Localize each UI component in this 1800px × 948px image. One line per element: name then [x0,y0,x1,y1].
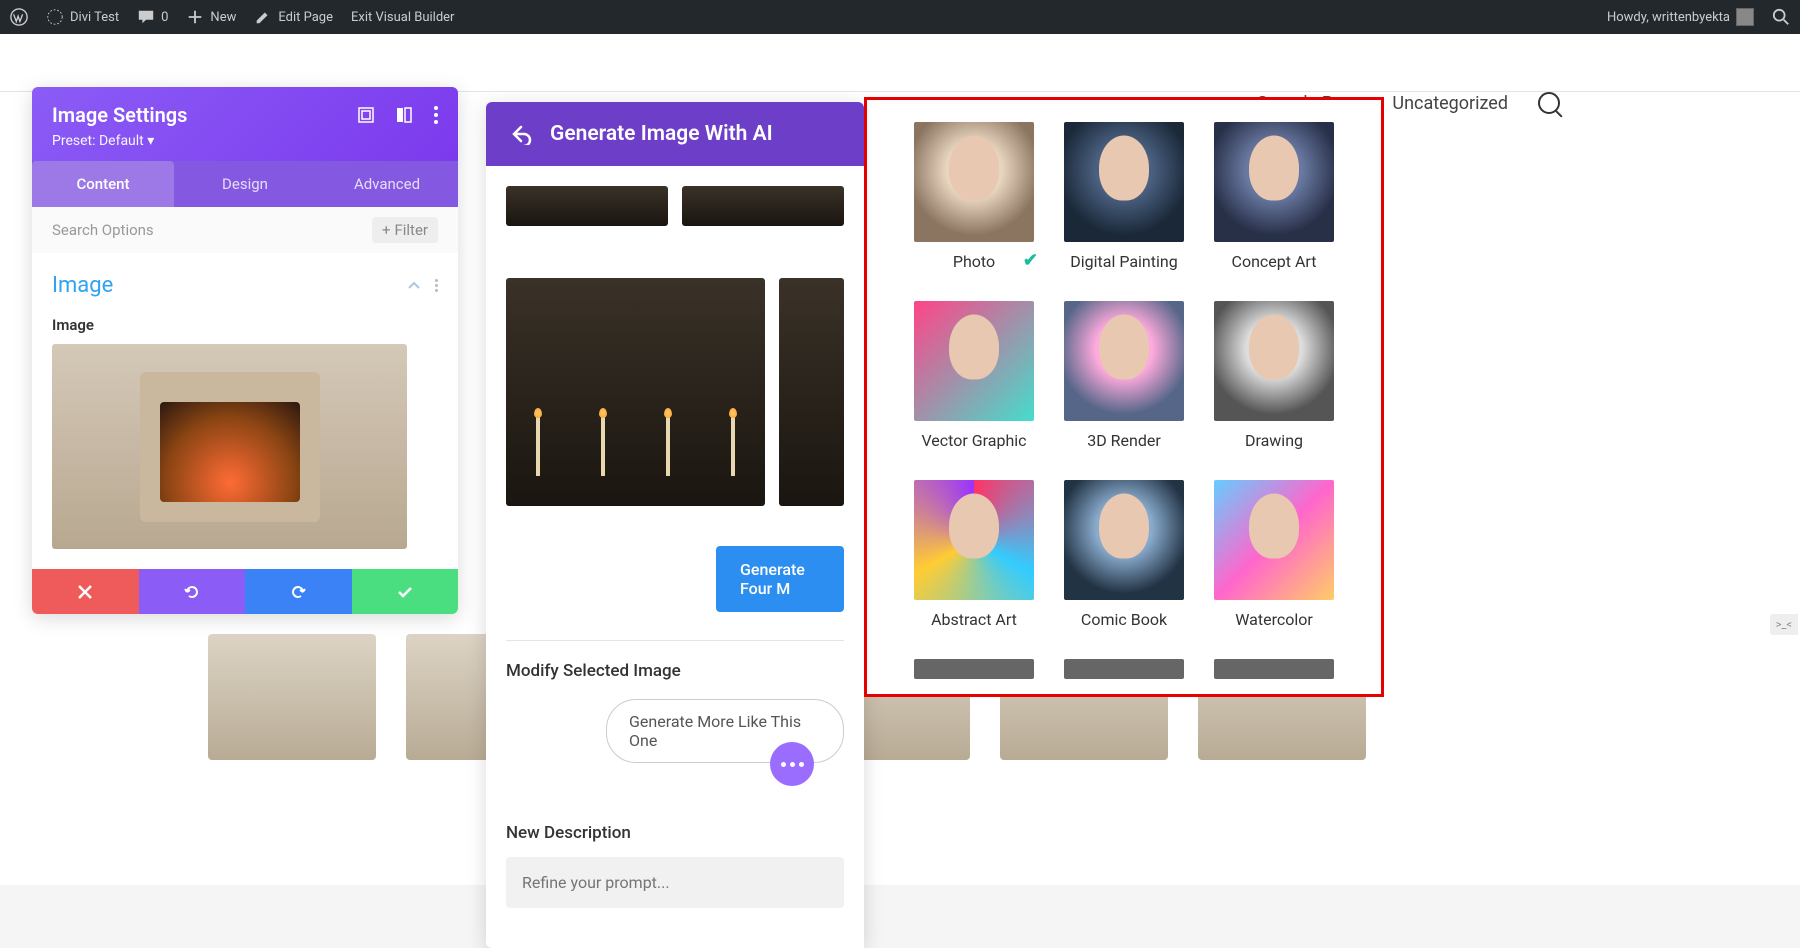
ai-panel-title: Generate Image With AI [550,122,773,146]
site-name-text: Divi Test [70,10,119,25]
workspace: Sample Page Uncategorized Image Settings… [0,34,1800,885]
snap-icon[interactable] [396,107,412,123]
image-settings-panel: Image Settings Preset: Default ▾ Content… [32,87,458,614]
style-more[interactable] [914,659,1034,679]
style-digital-painting[interactable]: Digital Painting [1064,122,1184,271]
nav-uncategorized[interactable]: Uncategorized [1392,93,1508,114]
search-icon[interactable] [1538,92,1560,114]
style-label: Vector Graphic [914,431,1034,450]
tab-design[interactable]: Design [174,161,316,207]
preset-dropdown[interactable]: Preset: Default ▾ [52,133,438,149]
style-comic-book[interactable]: Comic Book [1064,480,1184,629]
expand-icon[interactable] [358,107,374,123]
modify-label: Modify Selected Image [506,661,844,681]
style-label: Watercolor [1214,610,1334,629]
cancel-button[interactable] [32,569,139,614]
style-label: 3D Render [1064,431,1184,450]
back-arrow-icon[interactable] [510,123,532,145]
filter-button[interactable]: + Filter [372,217,438,243]
exit-builder-label: Exit Visual Builder [351,10,454,25]
style-label: Photo [914,252,1034,271]
style-label: Concept Art [1214,252,1334,271]
style-3d-render[interactable]: 3D Render [1064,301,1184,450]
generate-four-button[interactable]: Generate Four M [716,546,844,612]
style-selector-popup: Photo ✔ Digital Painting Concept Art Vec… [864,97,1384,697]
new-link[interactable]: New [186,8,236,26]
section-title[interactable]: Image [52,273,113,298]
generated-thumb[interactable] [779,278,844,506]
style-photo[interactable]: Photo ✔ [914,122,1034,271]
style-label: Digital Painting [1064,252,1184,271]
edit-page-label: Edit Page [278,10,333,25]
more-icon[interactable] [434,106,438,124]
avatar [1736,8,1754,26]
new-description-label: New Description [506,823,844,843]
section-more-icon[interactable] [435,279,438,292]
check-icon: ✔ [1023,250,1038,271]
style-abstract-art[interactable]: Abstract Art [914,480,1034,629]
tabs: Content Design Advanced [32,161,458,207]
undo-button[interactable] [139,569,246,614]
style-watercolor[interactable]: Watercolor [1214,480,1334,629]
filter-label: Filter [394,221,428,239]
style-vector-graphic[interactable]: Vector Graphic [914,301,1034,450]
bg-thumb[interactable] [208,634,376,760]
style-label: Abstract Art [914,610,1034,629]
wp-logo[interactable] [10,8,28,26]
expand-tag[interactable]: >_< [1770,614,1798,635]
image-preview[interactable] [52,344,407,549]
generated-thumb[interactable] [506,278,765,506]
field-label: Image [52,316,438,334]
style-concept-art[interactable]: Concept Art [1214,122,1334,271]
comments-count: 0 [161,10,168,25]
plus-icon: + [382,221,391,239]
wp-admin-bar: Divi Test 0 New Edit Page Exit Visual Bu… [0,0,1800,34]
style-drawing[interactable]: Drawing [1214,301,1334,450]
style-more[interactable] [1214,659,1334,679]
style-more[interactable] [1064,659,1184,679]
comments-link[interactable]: 0 [137,8,168,26]
style-label: Drawing [1214,431,1334,450]
user-greeting[interactable]: Howdy, writtenbyekta [1607,8,1754,26]
search-options-input[interactable]: Search Options [52,221,154,239]
site-name-link[interactable]: Divi Test [46,8,119,26]
style-label: Comic Book [1064,610,1184,629]
action-bar [32,569,458,614]
refine-prompt-input[interactable] [506,857,844,908]
redo-button[interactable] [245,569,352,614]
panel-title: Image Settings [52,103,187,127]
ai-generate-panel: Generate Image With AI Generate Four M M… [486,102,864,948]
chevron-up-icon[interactable] [407,279,421,293]
exit-builder-link[interactable]: Exit Visual Builder [351,10,454,25]
generated-thumb[interactable] [506,186,668,226]
confirm-button[interactable] [352,569,459,614]
generated-thumb[interactable] [682,186,844,226]
new-label: New [210,10,236,25]
page-settings-fab[interactable] [770,742,814,786]
search-icon[interactable] [1772,8,1790,26]
greeting-text: Howdy, writtenbyekta [1607,10,1730,25]
edit-page-link[interactable]: Edit Page [254,8,333,26]
tab-advanced[interactable]: Advanced [316,161,458,207]
tab-content[interactable]: Content [32,161,174,207]
